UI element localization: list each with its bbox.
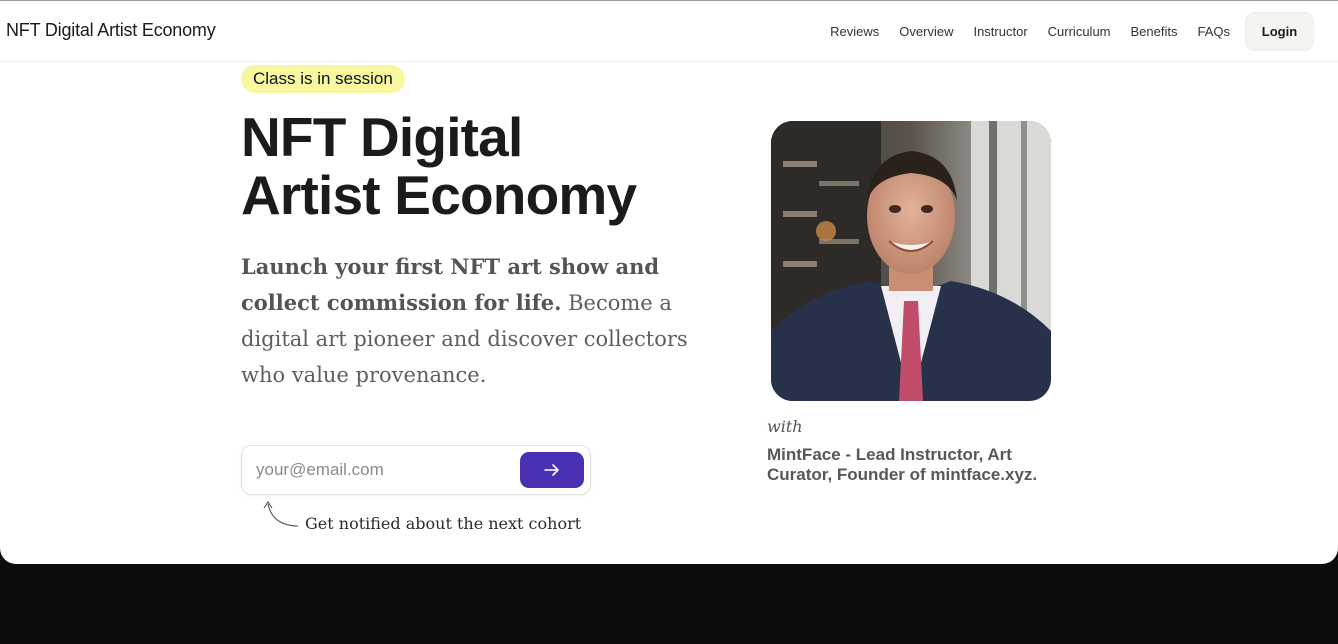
instructor-photo	[771, 121, 1051, 401]
page-title: NFT Digital Artist Economy	[241, 108, 721, 224]
hero-description: Launch your first NFT art show and colle…	[241, 249, 691, 393]
brand-title[interactable]: NFT Digital Artist Economy	[6, 20, 216, 41]
with-label: with	[767, 417, 803, 436]
nav-curriculum[interactable]: Curriculum	[1048, 24, 1111, 39]
instructor-portrait	[771, 121, 1051, 401]
title-line-1: NFT Digital	[241, 106, 523, 168]
title-line-2: Artist Economy	[241, 164, 637, 226]
arrow-right-icon	[544, 464, 559, 476]
session-badge: Class is in session	[241, 65, 405, 93]
nav-overview[interactable]: Overview	[899, 24, 953, 39]
instructor-credit: MintFace - Lead Instructor, Art Curator,…	[767, 445, 1038, 484]
cohort-hint: Get notified about the next cohort	[305, 514, 582, 533]
main-nav: Reviews Overview Instructor Curriculum B…	[830, 24, 1230, 39]
signup-form	[241, 445, 591, 495]
nav-reviews[interactable]: Reviews	[830, 24, 879, 39]
submit-button[interactable]	[520, 452, 584, 488]
email-field[interactable]	[256, 456, 506, 484]
login-button[interactable]: Login	[1245, 12, 1314, 51]
site-header: NFT Digital Artist Economy Reviews Overv…	[0, 1, 1338, 62]
hero-sheet: NFT Digital Artist Economy Reviews Overv…	[0, 0, 1338, 564]
nav-benefits[interactable]: Benefits	[1131, 24, 1178, 39]
curved-arrow-icon	[263, 501, 299, 527]
nav-faqs[interactable]: FAQs	[1197, 24, 1230, 39]
nav-instructor[interactable]: Instructor	[973, 24, 1027, 39]
